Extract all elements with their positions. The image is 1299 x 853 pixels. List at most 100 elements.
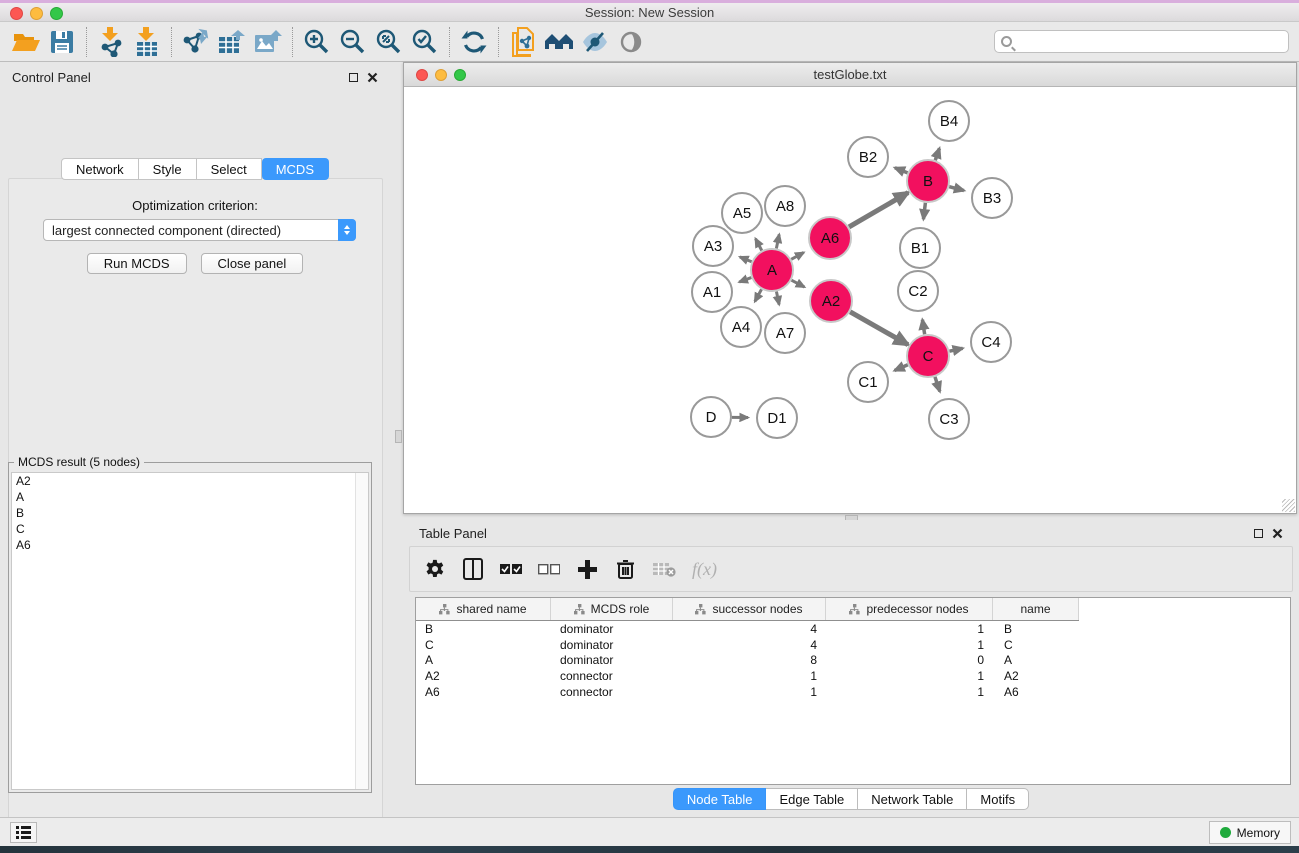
column-browser-icon[interactable] [462, 556, 484, 582]
window-resize-grip[interactable] [1282, 499, 1295, 512]
unselect-all-icon[interactable] [538, 556, 560, 582]
zoom-fit-icon[interactable] [371, 25, 407, 59]
network-maximize-icon[interactable] [454, 69, 466, 81]
column-header-successor-nodes[interactable]: successor nodes [673, 598, 826, 620]
edge-C-C1[interactable] [895, 365, 908, 371]
node-D1[interactable]: D1 [757, 398, 797, 438]
delete-column-icon[interactable] [614, 556, 636, 582]
table-row[interactable]: Bdominator41B [416, 621, 1290, 637]
edge-A-A2[interactable] [791, 280, 804, 287]
close-table-panel-icon[interactable] [1272, 528, 1283, 539]
node-C1[interactable]: C1 [848, 362, 888, 402]
float-table-panel-icon[interactable] [1254, 529, 1263, 538]
optimization-criterion-dropdown[interactable]: largest connected component (directed) [43, 219, 356, 241]
result-item[interactable]: A2 [12, 473, 368, 489]
export-network-icon[interactable] [178, 25, 214, 59]
node-A7[interactable]: A7 [765, 313, 805, 353]
show-all-icon[interactable] [613, 25, 649, 59]
edge-B-B3[interactable] [949, 187, 964, 191]
node-B[interactable]: B [907, 160, 949, 202]
zoom-selected-icon[interactable] [407, 25, 443, 59]
new-network-from-selection-icon[interactable] [505, 25, 541, 59]
node-A[interactable]: A [751, 249, 793, 291]
node-C2[interactable]: C2 [898, 271, 938, 311]
network-window-titlebar[interactable]: testGlobe.txt [404, 63, 1296, 87]
close-panel-button[interactable]: Close panel [201, 253, 304, 274]
refresh-icon[interactable] [456, 25, 492, 59]
node-A3[interactable]: A3 [693, 226, 733, 266]
tab-style[interactable]: Style [139, 158, 197, 180]
result-item[interactable]: C [12, 521, 368, 537]
node-D[interactable]: D [691, 397, 731, 437]
maximize-window-icon[interactable] [50, 7, 63, 20]
export-table-icon[interactable] [214, 25, 250, 59]
node-A1[interactable]: A1 [692, 272, 732, 312]
add-column-icon[interactable] [576, 556, 598, 582]
edge-A-A4[interactable] [755, 289, 762, 301]
edge-C-C2[interactable] [922, 320, 924, 335]
close-panel-icon[interactable] [367, 72, 378, 83]
vertical-splitter-handle[interactable] [395, 430, 402, 443]
node-table[interactable]: shared nameMCDS rolesuccessor nodesprede… [415, 597, 1291, 785]
table-row[interactable]: A2connector11A2 [416, 668, 1290, 684]
edge-C-C3[interactable] [935, 377, 940, 392]
table-row[interactable]: Cdominator41C [416, 637, 1290, 653]
column-header-name[interactable]: name [993, 598, 1079, 620]
result-item[interactable]: B [12, 505, 368, 521]
node-B2[interactable]: B2 [848, 137, 888, 177]
node-A5[interactable]: A5 [722, 193, 762, 233]
run-mcds-button[interactable]: Run MCDS [87, 253, 187, 274]
memory-button[interactable]: Memory [1209, 821, 1291, 844]
node-B3[interactable]: B3 [972, 178, 1012, 218]
tab-mcds[interactable]: MCDS [262, 158, 329, 180]
result-item[interactable]: A [12, 489, 368, 505]
zoom-in-icon[interactable] [299, 25, 335, 59]
edge-C-C4[interactable] [949, 348, 962, 351]
tab-network-table[interactable]: Network Table [858, 788, 967, 810]
table-row[interactable]: Adominator80A [416, 653, 1290, 669]
network-close-icon[interactable] [416, 69, 428, 81]
tab-motifs[interactable]: Motifs [967, 788, 1029, 810]
float-panel-icon[interactable] [349, 73, 358, 82]
node-C3[interactable]: C3 [929, 399, 969, 439]
delete-table-icon[interactable] [652, 556, 676, 582]
column-header-MCDS-role[interactable]: MCDS role [551, 598, 673, 620]
result-item[interactable]: A6 [12, 537, 368, 553]
app-window-controls[interactable] [10, 7, 63, 20]
edge-B-B4[interactable] [935, 148, 939, 160]
function-builder-icon[interactable]: f(x) [692, 556, 717, 582]
node-A4[interactable]: A4 [721, 307, 761, 347]
edge-A2-C[interactable] [850, 312, 908, 345]
mcds-result-list[interactable]: A2ABCA6 [11, 472, 369, 790]
edge-A-A1[interactable] [739, 278, 751, 282]
search-input[interactable] [1016, 35, 1282, 49]
network-canvas[interactable]: B4B2BB3A8A5A6A3B1AC2A1A2A4A7C4CC1DD1C3 [404, 87, 1296, 513]
node-B4[interactable]: B4 [929, 101, 969, 141]
search-box[interactable] [994, 30, 1289, 53]
first-neighbors-icon[interactable] [541, 25, 577, 59]
edge-A-A6[interactable] [791, 252, 803, 259]
gear-icon[interactable] [424, 556, 446, 582]
save-session-icon[interactable] [44, 25, 80, 59]
hide-selected-icon[interactable] [577, 25, 613, 59]
import-network-icon[interactable] [93, 25, 129, 59]
tab-node-table[interactable]: Node Table [673, 788, 767, 810]
close-window-icon[interactable] [10, 7, 23, 20]
import-table-icon[interactable] [129, 25, 165, 59]
tab-network[interactable]: Network [61, 158, 139, 180]
tab-select[interactable]: Select [197, 158, 262, 180]
tab-edge-table[interactable]: Edge Table [766, 788, 858, 810]
node-A6[interactable]: A6 [809, 217, 851, 259]
zoom-out-icon[interactable] [335, 25, 371, 59]
network-minimize-icon[interactable] [435, 69, 447, 81]
minimize-window-icon[interactable] [30, 7, 43, 20]
select-all-icon[interactable] [500, 556, 522, 582]
node-C[interactable]: C [907, 335, 949, 377]
node-C4[interactable]: C4 [971, 322, 1011, 362]
node-A2[interactable]: A2 [810, 280, 852, 322]
node-A8[interactable]: A8 [765, 186, 805, 226]
export-image-icon[interactable] [250, 25, 286, 59]
edge-A-A8[interactable] [776, 234, 779, 248]
table-row[interactable]: A6connector11A6 [416, 684, 1290, 700]
result-scrollbar[interactable] [355, 473, 368, 789]
